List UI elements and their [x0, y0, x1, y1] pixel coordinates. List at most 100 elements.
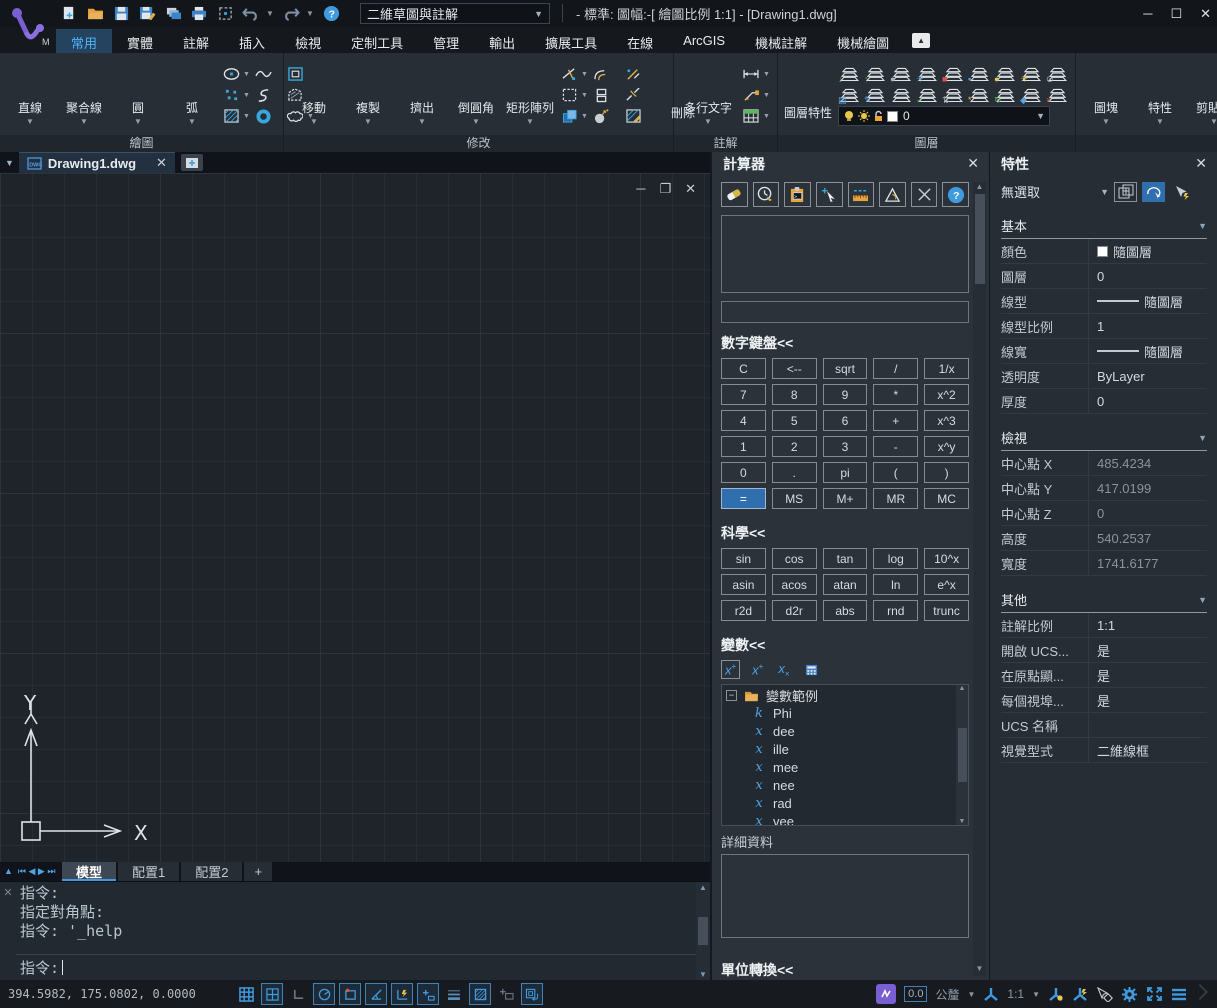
sci-key-e^x[interactable]: e^x	[924, 574, 969, 595]
chevron-down-icon[interactable]: ▼	[243, 113, 251, 120]
layer-properties-button[interactable]: 圖層特性	[784, 69, 832, 122]
ribbon-tab-機械繪圖[interactable]: 機械繪圖	[822, 29, 904, 53]
resize-grip[interactable]	[1192, 984, 1208, 1000]
properties-close-icon[interactable]: ✕	[1195, 155, 1207, 172]
modify-hatchedit-icon[interactable]	[624, 107, 642, 125]
save-icon[interactable]	[110, 2, 132, 24]
property-value[interactable]: 0	[1089, 269, 1207, 284]
numpad-key-MR[interactable]: MR	[873, 488, 918, 509]
ortho-mode-toggle[interactable]	[287, 983, 309, 1005]
app-logo-icon[interactable]: M	[2, 1, 56, 51]
chevron-down-icon[interactable]: ▼	[967, 990, 975, 999]
numpad-key-1/x[interactable]: 1/x	[924, 358, 969, 379]
variables-scrollbar[interactable]: ▲▼	[956, 685, 968, 825]
variable-item[interactable]: xrad	[726, 795, 964, 813]
collapse-icon[interactable]: −	[726, 690, 737, 701]
polar-tracking-toggle[interactable]	[313, 983, 335, 1005]
numpad-key-MS[interactable]: MS	[772, 488, 817, 509]
command-history[interactable]: 指令:指定對角點:指令: '_help	[16, 882, 696, 954]
sci-key-r2d[interactable]: r2d	[721, 600, 766, 621]
property-value[interactable]: 隨圖層	[1089, 242, 1207, 261]
layer-freeze-icon[interactable]: ●	[890, 64, 913, 83]
fullscreen-icon[interactable]	[1146, 986, 1163, 1002]
calc-help-icon[interactable]: ?	[942, 182, 969, 207]
arc-button[interactable]: 弧 ▼	[168, 64, 216, 127]
object-track-toggle[interactable]	[391, 983, 413, 1005]
chevron-down-icon[interactable]: ▼	[1198, 433, 1207, 443]
calculator-return-icon[interactable]	[802, 663, 821, 677]
command-scrollbar[interactable]: ▲▼	[696, 882, 710, 980]
polyline-button[interactable]: 聚合線 ▼	[60, 64, 108, 127]
calc-intersection-icon[interactable]	[911, 182, 938, 207]
undo-dropdown-icon[interactable]: ▼	[266, 9, 276, 18]
numpad-key-4[interactable]: 4	[721, 410, 766, 431]
close-button[interactable]: ✕	[1200, 6, 1211, 22]
numpad-key-+[interactable]: +	[873, 410, 918, 431]
mtext-button[interactable]: 多行文字 ▼	[680, 64, 736, 127]
numpad-key-8[interactable]: 8	[772, 384, 817, 405]
new-layout-button[interactable]: +	[244, 862, 272, 881]
variable-item[interactable]: xvee	[726, 813, 964, 826]
numpad-key-/[interactable]: /	[873, 358, 918, 379]
layer-unlock-icon[interactable]: ▪	[968, 64, 991, 83]
document-tab[interactable]: DWG Drawing1.dwg ✕	[19, 152, 175, 173]
sci-key-abs[interactable]: abs	[823, 600, 868, 621]
new-variable-icon[interactable]: x+	[721, 660, 740, 679]
unit-label[interactable]: 公釐	[935, 986, 959, 1003]
layout-tab-配置1[interactable]: 配置1	[118, 862, 179, 881]
property-value[interactable]: 是	[1089, 666, 1207, 685]
variables-tree[interactable]: −變數範例kPhixdeexillexmeexneexradxvee ▲▼	[721, 684, 969, 826]
ribbon-tab-輸出[interactable]: 輸出	[474, 29, 530, 53]
numpad-key-*[interactable]: *	[873, 384, 918, 405]
move-button[interactable]: 移動 ▼	[290, 64, 338, 127]
calc-angle-icon[interactable]	[879, 182, 906, 207]
sci-key-acos[interactable]: acos	[772, 574, 817, 595]
ribbon-tab-定制工具[interactable]: 定制工具	[336, 29, 418, 53]
snap-mode-toggle[interactable]	[261, 983, 283, 1005]
layer-on-icon[interactable]: ↑	[864, 64, 887, 83]
settings-gear-icon[interactable]	[1121, 986, 1138, 1003]
property-value[interactable]: 485.4234	[1089, 456, 1207, 471]
draw-wave-icon[interactable]	[254, 65, 272, 83]
layer-visible-icon[interactable]: ⊙	[1046, 64, 1069, 83]
property-value[interactable]: 是	[1089, 691, 1207, 710]
numpad-key-x^y[interactable]: x^y	[924, 436, 969, 457]
array-button[interactable]: 矩形陣列 ▼	[506, 64, 554, 127]
layer-thaw-icon[interactable]: ☀	[916, 64, 939, 83]
modify-trim-icon[interactable]	[560, 65, 578, 83]
calculator-close-icon[interactable]: ✕	[967, 155, 979, 172]
numpad-key-x^3[interactable]: x^3	[924, 410, 969, 431]
select-objects-button[interactable]	[1142, 182, 1165, 202]
lineweight-toggle[interactable]	[443, 983, 465, 1005]
property-value[interactable]: 0	[1089, 506, 1207, 521]
sci-key-tan[interactable]: tan	[823, 548, 868, 569]
calc-distance-icon[interactable]	[848, 182, 875, 207]
ribbon-tab-機械註解[interactable]: 機械註解	[740, 29, 822, 53]
toggle-pickadd-button[interactable]	[1170, 182, 1193, 202]
undo-icon[interactable]	[240, 2, 262, 24]
numpad-key-pi[interactable]: pi	[823, 462, 868, 483]
viewport-minimize-button[interactable]: ─	[636, 181, 645, 197]
ribbon-tab-管理[interactable]: 管理	[418, 29, 474, 53]
numpad-key-5[interactable]: 5	[772, 410, 817, 431]
modify-offset-icon[interactable]	[592, 65, 610, 83]
chevron-down-icon[interactable]: ▼	[1032, 990, 1040, 999]
ribbon-collapse-button[interactable]: ▲	[912, 33, 930, 48]
modify-extend-icon[interactable]	[624, 65, 642, 83]
draw-hatch-icon[interactable]	[222, 107, 240, 125]
calc-getcoord-icon[interactable]	[816, 182, 843, 207]
ribbon-tab-檢視[interactable]: 檢視	[280, 29, 336, 53]
calc-history-icon[interactable]	[753, 182, 780, 207]
layer-lock-icon[interactable]: ■	[942, 64, 965, 83]
sci-key-atan[interactable]: atan	[823, 574, 868, 595]
numpad-key-<--[interactable]: <--	[772, 358, 817, 379]
chevron-down-icon[interactable]: ▼	[581, 71, 589, 78]
ribbon-tab-在線[interactable]: 在線	[612, 29, 668, 53]
property-value[interactable]: 隨圖層	[1089, 342, 1207, 361]
chevron-down-icon[interactable]: ▼	[763, 113, 771, 120]
chevron-down-icon[interactable]: ▼	[243, 71, 251, 78]
sci-key-rnd[interactable]: rnd	[873, 600, 918, 621]
ribbon-tab-常用[interactable]: 常用	[56, 29, 112, 53]
property-value[interactable]: 1:1	[1089, 618, 1207, 633]
numpad-key-M+[interactable]: M+	[823, 488, 868, 509]
